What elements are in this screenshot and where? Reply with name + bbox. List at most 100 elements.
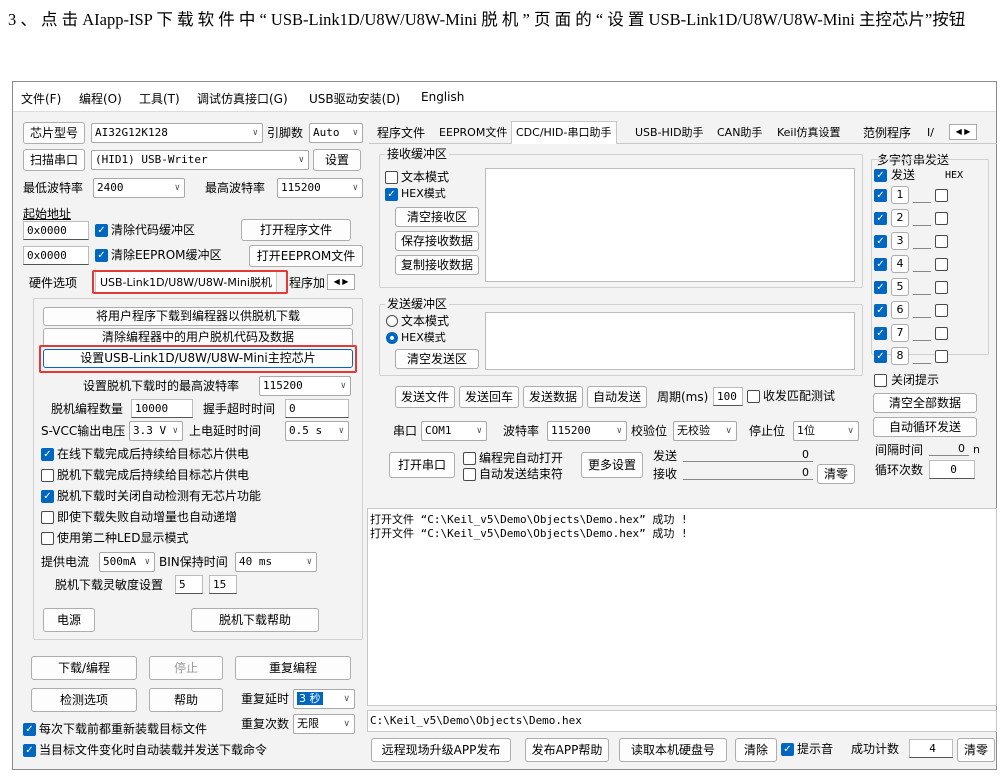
current-select[interactable]: 500mA ∨ [99,552,155,572]
offline-help-button[interactable]: 脱机下载帮助 [191,608,319,632]
svcc-select[interactable]: 3.3 V ∨ [129,421,183,441]
offline-max-baud-select[interactable]: 115200 ∨ [259,376,351,396]
tab-program-file[interactable]: 程序文件 [373,122,429,144]
auto-loop-send-button[interactable]: 自动循环发送 [873,417,977,437]
repeat-program-button[interactable]: 重复编程 [235,656,351,680]
row3-hex-checkbox[interactable] [935,235,948,248]
send-return-button[interactable]: 发送回车 [459,386,519,408]
clear-send-button[interactable]: 清空发送区 [395,349,479,369]
stop-button[interactable]: 停止 [149,656,223,680]
tab-scroll-arrows[interactable]: ◀ ▶ [327,274,355,290]
more-settings-button[interactable]: 更多设置 [581,452,643,478]
delay-select[interactable]: 0.5 s ∨ [285,421,349,441]
menu-file[interactable]: 文件(F) [21,90,61,107]
settings-button[interactable]: 设置 [313,149,361,171]
auto-send-button[interactable]: 自动发送 [587,386,647,408]
open-serial-button[interactable]: 打开串口 [389,452,455,478]
port-select[interactable]: (HID1) USB-Writer ∨ [91,150,309,170]
beep-checkbox[interactable]: ✓ [781,743,794,756]
row4-input[interactable] [913,271,931,272]
row6-send-button[interactable]: 6 [891,301,909,319]
opt4-checkbox[interactable] [41,511,54,524]
download-program-button[interactable]: 下载/编程 [31,656,137,680]
recv-hex-mode-checkbox[interactable]: ✓ [385,188,398,201]
row8-hex-checkbox[interactable] [935,350,948,363]
min-baud-select[interactable]: 2400 ∨ [93,178,185,198]
row6-hex-checkbox[interactable] [935,304,948,317]
pins-select[interactable]: Auto ∨ [309,123,363,143]
menu-debug[interactable]: 调试仿真接口(G) [197,90,288,107]
row4-hex-checkbox[interactable] [935,258,948,271]
tab-examples[interactable]: 范例程序 [859,122,915,144]
receive-textarea[interactable] [485,168,855,282]
remote-upgrade-publish-button[interactable]: 远程现场升级APP发布 [371,738,511,762]
row2-checkbox[interactable]: ✓ [874,212,887,225]
max-baud-select[interactable]: 115200 ∨ [277,178,363,198]
row8-input[interactable] [913,363,931,364]
tab-eeprom-file[interactable]: EEPROM文件 [435,122,511,144]
tab-keil-sim[interactable]: Keil仿真设置 [773,122,845,144]
row8-send-button[interactable]: 8 [891,347,909,365]
baud-select[interactable]: 115200 ∨ [547,421,627,441]
count-input[interactable]: 10000 [131,399,193,418]
row4-checkbox[interactable]: ✓ [874,258,887,271]
clear-eeprom-checkbox[interactable]: ✓ [95,249,108,262]
handshake-input[interactable]: 0 [285,399,349,418]
row1-hex-checkbox[interactable] [935,189,948,202]
clear-receive-button[interactable]: 清空接收区 [395,207,479,227]
send-file-button[interactable]: 发送文件 [395,386,455,408]
tab-cdc-hid-serial[interactable]: CDC/HID-串口助手 [511,121,617,144]
row5-input[interactable] [913,294,931,295]
copy-receive-button[interactable]: 复制接收数据 [395,255,479,275]
download-to-programmer-button[interactable]: 将用户程序下载到编程器以供脱机下载 [43,307,353,326]
menu-program[interactable]: 编程(O) [79,90,122,107]
clear-log-button[interactable]: 清除 [735,738,777,762]
row5-hex-checkbox[interactable] [935,281,948,294]
tab-usb-hid[interactable]: USB-HID助手 [631,122,708,144]
scan-port-button[interactable]: 扫描串口 [23,149,85,171]
row7-checkbox[interactable]: ✓ [874,327,887,340]
row2-send-button[interactable]: 2 [891,209,909,227]
sensitivity-input-2[interactable]: 15 [209,575,237,594]
send-data-button[interactable]: 发送数据 [523,386,583,408]
row1-send-button[interactable]: 1 [891,186,909,204]
row3-send-button[interactable]: 3 [891,232,909,250]
recv-text-mode-checkbox[interactable] [385,171,398,184]
detect-options-button[interactable]: 检测选项 [31,688,137,712]
menu-english[interactable]: English [421,90,464,104]
reload-checkbox[interactable]: ✓ [23,723,36,736]
tab-program-load[interactable]: 程序加 [285,272,329,294]
row2-input[interactable] [913,225,931,226]
multi-send-checkbox[interactable]: ✓ [874,169,887,182]
clear-count-button[interactable]: 清零 [817,464,855,484]
row5-checkbox[interactable]: ✓ [874,281,887,294]
row3-input[interactable] [913,248,931,249]
row6-input[interactable] [913,317,931,318]
tab-io[interactable]: I/ [923,122,938,144]
send-textarea[interactable] [485,312,855,370]
loop-count-input[interactable]: 0 [929,460,975,479]
row2-hex-checkbox[interactable] [935,212,948,225]
code-address-input[interactable]: 0x0000 [23,221,89,240]
auto-open-checkbox[interactable] [463,452,476,465]
save-receive-button[interactable]: 保存接收数据 [395,231,479,251]
auto-load-checkbox[interactable]: ✓ [23,744,36,757]
row6-checkbox[interactable]: ✓ [874,304,887,317]
publish-app-help-button[interactable]: 发布APP帮助 [525,738,609,762]
open-eeprom-button[interactable]: 打开EEPROM文件 [249,245,363,267]
chip-type-button[interactable]: 芯片型号 [23,122,85,144]
opt3-checkbox[interactable]: ✓ [41,490,54,503]
row1-input[interactable] [913,202,931,203]
clear-all-data-button[interactable]: 清空全部数据 [873,393,977,413]
match-test-checkbox[interactable] [747,390,760,403]
serial-port-select[interactable]: COM1 ∨ [421,421,487,441]
menu-tools[interactable]: 工具(T) [139,90,180,107]
row1-checkbox[interactable]: ✓ [874,189,887,202]
row8-checkbox[interactable]: ✓ [874,350,887,363]
period-input[interactable]: 100 [713,387,743,406]
interval-input[interactable]: 0 [929,442,969,456]
opt5-checkbox[interactable] [41,532,54,545]
tab-hardware-options[interactable]: 硬件选项 [25,272,81,294]
power-button[interactable]: 电源 [43,608,95,632]
sensitivity-input-1[interactable]: 5 [175,575,203,594]
